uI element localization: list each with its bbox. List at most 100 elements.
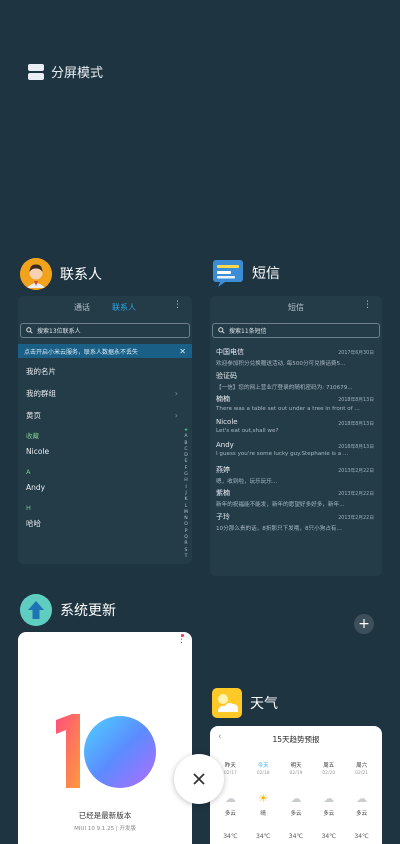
cloud-icon: ☁	[323, 792, 335, 805]
more-icon[interactable]: ⋮	[173, 300, 182, 310]
sun-icon: ☀	[258, 792, 269, 805]
weather-app-name: 天气	[250, 696, 278, 712]
tab-calls[interactable]: 通话	[74, 302, 90, 313]
contact-row[interactable]: Andy	[18, 476, 192, 498]
messages-search-input[interactable]: 搜索11条短信	[212, 323, 380, 338]
forecast-temperature: 34℃	[256, 833, 271, 840]
message-thread-list: 中国电信 2017年6月30日 欢迎参加积分兑换赠送活动, 每500分可兑换话费5.…	[210, 344, 382, 532]
forecast-date: 02/20	[322, 771, 336, 776]
miui-10-logo	[56, 714, 156, 788]
update-preview-card[interactable]: ⋮ 已经是最新版本 MIUI 10 9.1.25 | 开发版	[18, 632, 192, 844]
thread-preview: 【一信】您的网上营业厅登录的随机密码为: 710679...	[216, 384, 353, 391]
thread-preview: I guess you're some lucky guy.Stephanie …	[216, 451, 349, 457]
update-version: MIUI 10 9.1.25 | 开发版	[74, 826, 136, 832]
alphabet-index-letter[interactable]: T	[185, 554, 188, 560]
thread-preview: 嗯，收到啦，玩乐玩乐...	[216, 478, 278, 485]
messages-preview-card[interactable]: 短信 ⋮ 搜索11条短信 中国电信 2017年6月30日 欢迎参加积分兑换赠送活动,…	[210, 296, 382, 576]
forecast-day[interactable]: 周六 02/21 ☁ 多云 34℃	[351, 761, 373, 840]
my-card-row[interactable]: 我的名片	[18, 360, 192, 382]
my-card-label: 我的名片	[26, 366, 56, 376]
chevron-right-icon: ›	[174, 388, 178, 398]
forecast-day-name: 周五	[323, 763, 335, 769]
contact-row[interactable]: 哈哈	[18, 512, 192, 534]
back-icon[interactable]: ‹	[218, 732, 222, 742]
forecast-day-name: 今天	[257, 763, 269, 769]
forecast-condition: 多云	[356, 811, 368, 817]
thread-time: 2018年8月13日	[338, 421, 374, 427]
section-header-h: H	[26, 504, 31, 512]
thread-preview: 欢迎参加积分兑换赠送活动, 每500分可兑换话费5...	[216, 361, 346, 367]
yellow-pages-label: 黄页	[26, 410, 41, 420]
messages-app-icon	[212, 258, 244, 288]
cloud-notice-text: 点击开启小米云服务，联系人数据永不丢失	[24, 348, 139, 356]
forecast-condition: 多云	[290, 811, 302, 817]
messages-title: 短信	[288, 303, 304, 312]
forecast-day[interactable]: 今天 02/18 ☀ 晴 34℃	[252, 761, 274, 840]
cloud-icon: ☁	[290, 792, 302, 805]
yellow-pages-row[interactable]: 黄页 ›	[18, 404, 192, 426]
thread-preview: There was a table set out under a tree i…	[216, 406, 360, 412]
forecast-day[interactable]: 明天 02/19 ☁ 多云 34℃	[285, 761, 307, 840]
forecast-temperature: 34℃	[321, 833, 336, 840]
thread-preview: Let's eat out,shall we?	[216, 427, 279, 434]
add-button[interactable]: +	[354, 614, 374, 634]
cloud-icon: ☁	[224, 792, 236, 805]
contacts-search-input[interactable]: 搜索13位联系人	[20, 323, 190, 338]
message-thread[interactable]: Andy 2018年8月13日 I guess you're some lucky …	[210, 438, 382, 462]
forecast-columns: 昨天 02/17 ☁ 多云 34℃ 今天 02/18 ☀ 晴 34℃ 明天 02/19 ☁ 多云 34℃ 周五…	[210, 761, 382, 840]
tab-contacts[interactable]: 联系人	[112, 302, 136, 313]
search-icon	[26, 327, 33, 334]
thread-time: 2018年8月13日	[338, 398, 374, 403]
my-groups-row[interactable]: 我的群组 ›	[18, 382, 192, 404]
split-screen-label: 分屏模式	[51, 66, 104, 81]
clear-all-button[interactable]	[174, 754, 224, 804]
thread-sender: 验证码	[216, 371, 237, 380]
cloud-notice-banner[interactable]: 点击开启小米云服务，联系人数据永不丢失 ✕	[18, 344, 192, 358]
messages-app-header[interactable]: 短信	[212, 258, 280, 288]
messages-app-name: 短信	[252, 266, 280, 282]
forecast-date: 02/21	[355, 771, 369, 776]
messages-search-placeholder: 搜索11条短信	[229, 328, 267, 335]
contacts-preview-card[interactable]: 通话 联系人 ⋮ 搜索13位联系人 点击开启小米云服务，联系人数据永不丢失 ✕ …	[18, 296, 192, 564]
contacts-app-name: 联系人	[60, 267, 102, 283]
forecast-temperature: 34℃	[354, 833, 369, 840]
weather-app-header[interactable]: 天气	[212, 688, 278, 718]
forecast-day[interactable]: 周五 02/20 ☁ 多云 34℃	[318, 761, 340, 840]
message-thread[interactable]: 中国电信 2017年6月30日 欢迎参加积分兑换赠送活动, 每500分可兑换话费5.…	[210, 344, 382, 368]
forecast-date: 02/19	[289, 771, 303, 776]
split-screen-button[interactable]: 分屏模式	[28, 62, 103, 81]
thread-preview: 新年的祝福能不能发，新年的愿望好多好多，新年...	[216, 502, 345, 508]
update-status: 已经是最新版本	[78, 811, 132, 820]
thread-time: 2013年2月22日	[338, 492, 374, 497]
thread-time: 2013年2月22日	[338, 468, 374, 474]
more-icon[interactable]: ⋮	[363, 300, 372, 310]
section-header-favorites: 收藏	[26, 432, 39, 440]
search-icon	[218, 327, 225, 334]
forecast-date: 02/18	[256, 771, 270, 776]
close-icon	[193, 773, 205, 785]
contact-name: Andy	[26, 482, 46, 492]
message-thread[interactable]: Nicole 2018年8月13日 Let's eat out,shall we?	[210, 415, 382, 439]
contact-name: 哈哈	[26, 518, 41, 528]
message-thread[interactable]: 燕婷 2013年2月22日 嗯，收到啦，玩乐玩乐...	[210, 462, 382, 486]
close-notice-icon[interactable]: ✕	[179, 347, 186, 356]
forecast-condition: 多云	[224, 811, 236, 817]
message-thread[interactable]: 紫楠 2013年2月22日 新年的祝福能不能发，新年的愿望好多好多，新年...	[210, 485, 382, 509]
contacts-app-header[interactable]: 联系人	[20, 258, 102, 290]
forecast-day-name: 昨天	[224, 763, 236, 769]
message-thread[interactable]: 楠楠 2018年8月13日 There was a table set out un…	[210, 391, 382, 415]
message-thread[interactable]: 子玲 2013年2月22日 10分那么贵的话，8折那只下发哦，8只小狗占有...	[210, 509, 382, 533]
my-groups-label: 我的群组	[26, 388, 56, 398]
contact-row[interactable]: Nicole	[18, 440, 192, 462]
update-app-header[interactable]: 系统更新	[20, 594, 116, 626]
chevron-right-icon: ›	[174, 410, 178, 420]
forecast-temperature: 34℃	[223, 833, 238, 840]
thread-time: 2013年2月22日	[338, 515, 374, 521]
message-thread[interactable]: 验证码【一信】您的网上营业厅登录的随机密码为: 710679...	[210, 368, 382, 392]
weather-preview-card[interactable]: ‹ 15天趋势预报 昨天 02/17 ☁ 多云 34℃ 今天 02/18 ☀ 晴 34℃ 明天 02/…	[210, 726, 382, 844]
forecast-temperature: 34℃	[288, 833, 304, 840]
alphabet-index[interactable]: ★ A B C D E F G H I J K L M N O P Q R S T	[182, 428, 190, 560]
update-app-name: 系统更新	[60, 603, 116, 619]
plus-icon: +	[358, 616, 370, 632]
contacts-search-placeholder: 搜索13位联系人	[37, 328, 81, 335]
